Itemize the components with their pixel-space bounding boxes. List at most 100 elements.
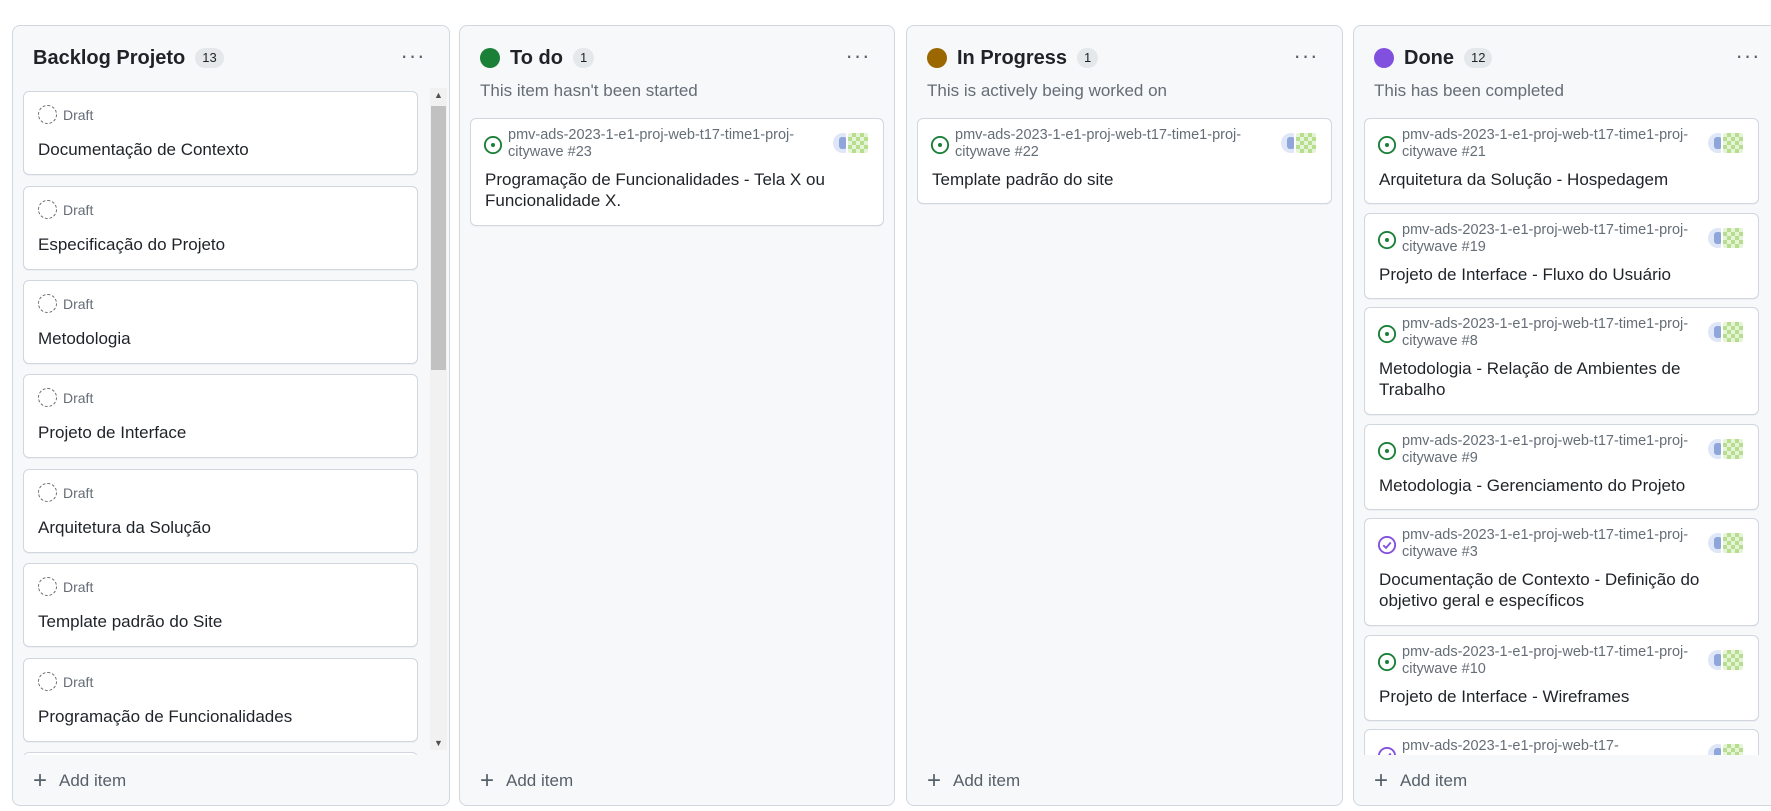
- issue-header: pmv-ads-2023-1-e1-proj-web-t17-: [1377, 738, 1698, 755]
- draft-badge: Draft: [38, 483, 93, 502]
- card-title[interactable]: Documentação de Contexto: [38, 139, 403, 160]
- assignees[interactable]: [1706, 742, 1746, 755]
- draft-issue-icon: [38, 483, 57, 502]
- card-draft[interactable]: Draft Documentação de Contexto: [23, 91, 418, 175]
- repo-reference[interactable]: pmv-ads-2023-1-e1-proj-web-t17-time1-pro…: [1402, 222, 1698, 256]
- card-draft[interactable]: Draft Projeto de Interface: [23, 374, 418, 458]
- card-title[interactable]: Template padrão do site: [932, 169, 1317, 190]
- issue-opened-icon: [1377, 230, 1397, 250]
- kebab-horizontal-icon: ···: [845, 43, 871, 68]
- assignees[interactable]: [1706, 226, 1746, 252]
- add-item-label: Add item: [1400, 771, 1468, 790]
- card-draft[interactable]: Draft Arquitetura da Solução: [23, 469, 418, 553]
- card-issue[interactable]: pmv-ads-2023-1-e1-proj-web-t17-time1-pro…: [1364, 307, 1759, 415]
- assignees[interactable]: [1706, 131, 1746, 157]
- repo-reference[interactable]: pmv-ads-2023-1-e1-proj-web-t17-time1-pro…: [508, 127, 823, 161]
- card-issue[interactable]: pmv-ads-2023-1-e1-proj-web-t17-: [1364, 729, 1759, 755]
- column-menu-button[interactable]: ···: [844, 43, 872, 68]
- draft-badge: Draft: [38, 105, 93, 124]
- add-item-button[interactable]: + Add item: [33, 767, 126, 795]
- column-header: To do 1 ··· This item hasn't been starte…: [460, 26, 894, 100]
- repo-reference[interactable]: pmv-ads-2023-1-e1-proj-web-t17-time1-pro…: [1402, 127, 1698, 161]
- assignees[interactable]: [1279, 131, 1319, 157]
- card-draft[interactable]: Draft Template padrão do Site: [23, 563, 418, 647]
- card-issue[interactable]: pmv-ads-2023-1-e1-proj-web-t17-time1-pro…: [1364, 518, 1759, 626]
- avatar: [1721, 320, 1745, 344]
- column-menu-button[interactable]: ···: [1734, 43, 1762, 68]
- card-title[interactable]: Metodologia - Gerenciamento do Projeto: [1379, 475, 1744, 496]
- repo-reference[interactable]: pmv-ads-2023-1-e1-proj-web-t17-time1-pro…: [955, 127, 1271, 161]
- kebab-horizontal-icon: ···: [1293, 43, 1319, 68]
- draft-badge: Draft: [38, 200, 93, 219]
- add-item-button[interactable]: + Add item: [1374, 767, 1467, 795]
- card-title[interactable]: Projeto de Interface: [38, 422, 403, 443]
- repo-reference[interactable]: pmv-ads-2023-1-e1-proj-web-t17-time1-pro…: [1402, 644, 1698, 678]
- avatar: [1721, 437, 1745, 461]
- issue-opened-icon: [1377, 324, 1397, 344]
- avatar: [1721, 531, 1745, 555]
- card-title[interactable]: Especificação do Projeto: [38, 234, 403, 255]
- card-title[interactable]: Documentação de Contexto - Definição do …: [1379, 569, 1744, 611]
- avatar: [846, 131, 870, 155]
- scrollbar-thumb[interactable]: [431, 106, 446, 370]
- assignees[interactable]: [831, 131, 871, 157]
- repo-reference[interactable]: pmv-ads-2023-1-e1-proj-web-t17-time1-pro…: [1402, 316, 1698, 350]
- add-item-label: Add item: [506, 771, 574, 790]
- draft-label: Draft: [63, 389, 94, 406]
- column-menu-button[interactable]: ···: [399, 43, 427, 68]
- card-title[interactable]: Projeto de Interface - Fluxo do Usuário: [1379, 264, 1744, 285]
- card-title[interactable]: Template padrão do Site: [38, 611, 403, 632]
- card-issue[interactable]: pmv-ads-2023-1-e1-proj-web-t17-time1-pro…: [1364, 213, 1759, 299]
- draft-badge: Draft: [38, 577, 93, 596]
- card-title[interactable]: Metodologia: [38, 328, 403, 349]
- column-cards: pmv-ads-2023-1-e1-proj-web-t17-time1-pro…: [917, 118, 1332, 755]
- column-menu-button[interactable]: ···: [1292, 43, 1320, 68]
- backlog-scrollbar[interactable]: ▲ ▼: [430, 88, 447, 750]
- issue-header: pmv-ads-2023-1-e1-proj-web-t17-time1-pro…: [1377, 644, 1698, 678]
- card-title[interactable]: Programação de Funcionalidades: [38, 706, 403, 727]
- card-issue[interactable]: pmv-ads-2023-1-e1-proj-web-t17-time1-pro…: [470, 118, 884, 226]
- draft-issue-icon: [38, 672, 57, 691]
- card-title[interactable]: Arquitetura da Solução: [38, 517, 403, 538]
- column-description: This is actively being worked on: [927, 81, 1168, 100]
- scroll-down-icon[interactable]: ▼: [430, 736, 447, 750]
- column-cards: pmv-ads-2023-1-e1-proj-web-t17-time1-pro…: [1364, 118, 1759, 755]
- column-in-progress: In Progress 1 ··· This is actively being…: [906, 25, 1343, 806]
- card-draft[interactable]: [23, 752, 418, 755]
- repo-reference[interactable]: pmv-ads-2023-1-e1-proj-web-t17-time1-pro…: [1402, 433, 1698, 467]
- card-issue[interactable]: pmv-ads-2023-1-e1-proj-web-t17-time1-pro…: [917, 118, 1332, 204]
- add-item-button[interactable]: + Add item: [927, 767, 1020, 795]
- avatar: [1721, 742, 1745, 755]
- card-title[interactable]: Metodologia - Relação de Ambientes de Tr…: [1379, 358, 1744, 400]
- card-issue[interactable]: pmv-ads-2023-1-e1-proj-web-t17-time1-pro…: [1364, 635, 1759, 721]
- add-item-button[interactable]: + Add item: [480, 767, 573, 795]
- plus-icon: +: [1374, 767, 1389, 794]
- card-draft[interactable]: Draft Metodologia: [23, 280, 418, 364]
- column-todo: To do 1 ··· This item hasn't been starte…: [459, 25, 895, 806]
- assignees[interactable]: [1706, 531, 1746, 557]
- draft-issue-icon: [38, 200, 57, 219]
- issue-opened-icon: [1377, 441, 1397, 461]
- issue-header: pmv-ads-2023-1-e1-proj-web-t17-time1-pro…: [1377, 222, 1698, 256]
- draft-badge: Draft: [38, 672, 93, 691]
- kebab-horizontal-icon: ···: [400, 43, 426, 68]
- scroll-up-icon[interactable]: ▲: [430, 88, 447, 102]
- avatar: [1721, 226, 1745, 250]
- card-draft[interactable]: Draft Especificação do Projeto: [23, 186, 418, 270]
- column-header: In Progress 1 ··· This is actively being…: [907, 26, 1342, 100]
- draft-label: Draft: [63, 673, 94, 690]
- assignees[interactable]: [1706, 320, 1746, 346]
- card-issue[interactable]: pmv-ads-2023-1-e1-proj-web-t17-time1-pro…: [1364, 118, 1759, 204]
- assignees[interactable]: [1706, 648, 1746, 674]
- card-title[interactable]: Projeto de Interface - Wireframes: [1379, 686, 1744, 707]
- status-dot-icon: [480, 48, 500, 68]
- card-title[interactable]: Programação de Funcionalidades - Tela X …: [485, 169, 869, 211]
- repo-reference[interactable]: pmv-ads-2023-1-e1-proj-web-t17-: [1402, 738, 1619, 755]
- item-count-badge: 12: [1464, 48, 1493, 68]
- card-issue[interactable]: pmv-ads-2023-1-e1-proj-web-t17-time1-pro…: [1364, 424, 1759, 510]
- column-title-row: To do 1: [480, 44, 595, 72]
- card-draft[interactable]: Draft Programação de Funcionalidades: [23, 658, 418, 742]
- card-title[interactable]: Arquitetura da Solução - Hospedagem: [1379, 169, 1744, 190]
- assignees[interactable]: [1706, 437, 1746, 463]
- repo-reference[interactable]: pmv-ads-2023-1-e1-proj-web-t17-time1-pro…: [1402, 527, 1698, 561]
